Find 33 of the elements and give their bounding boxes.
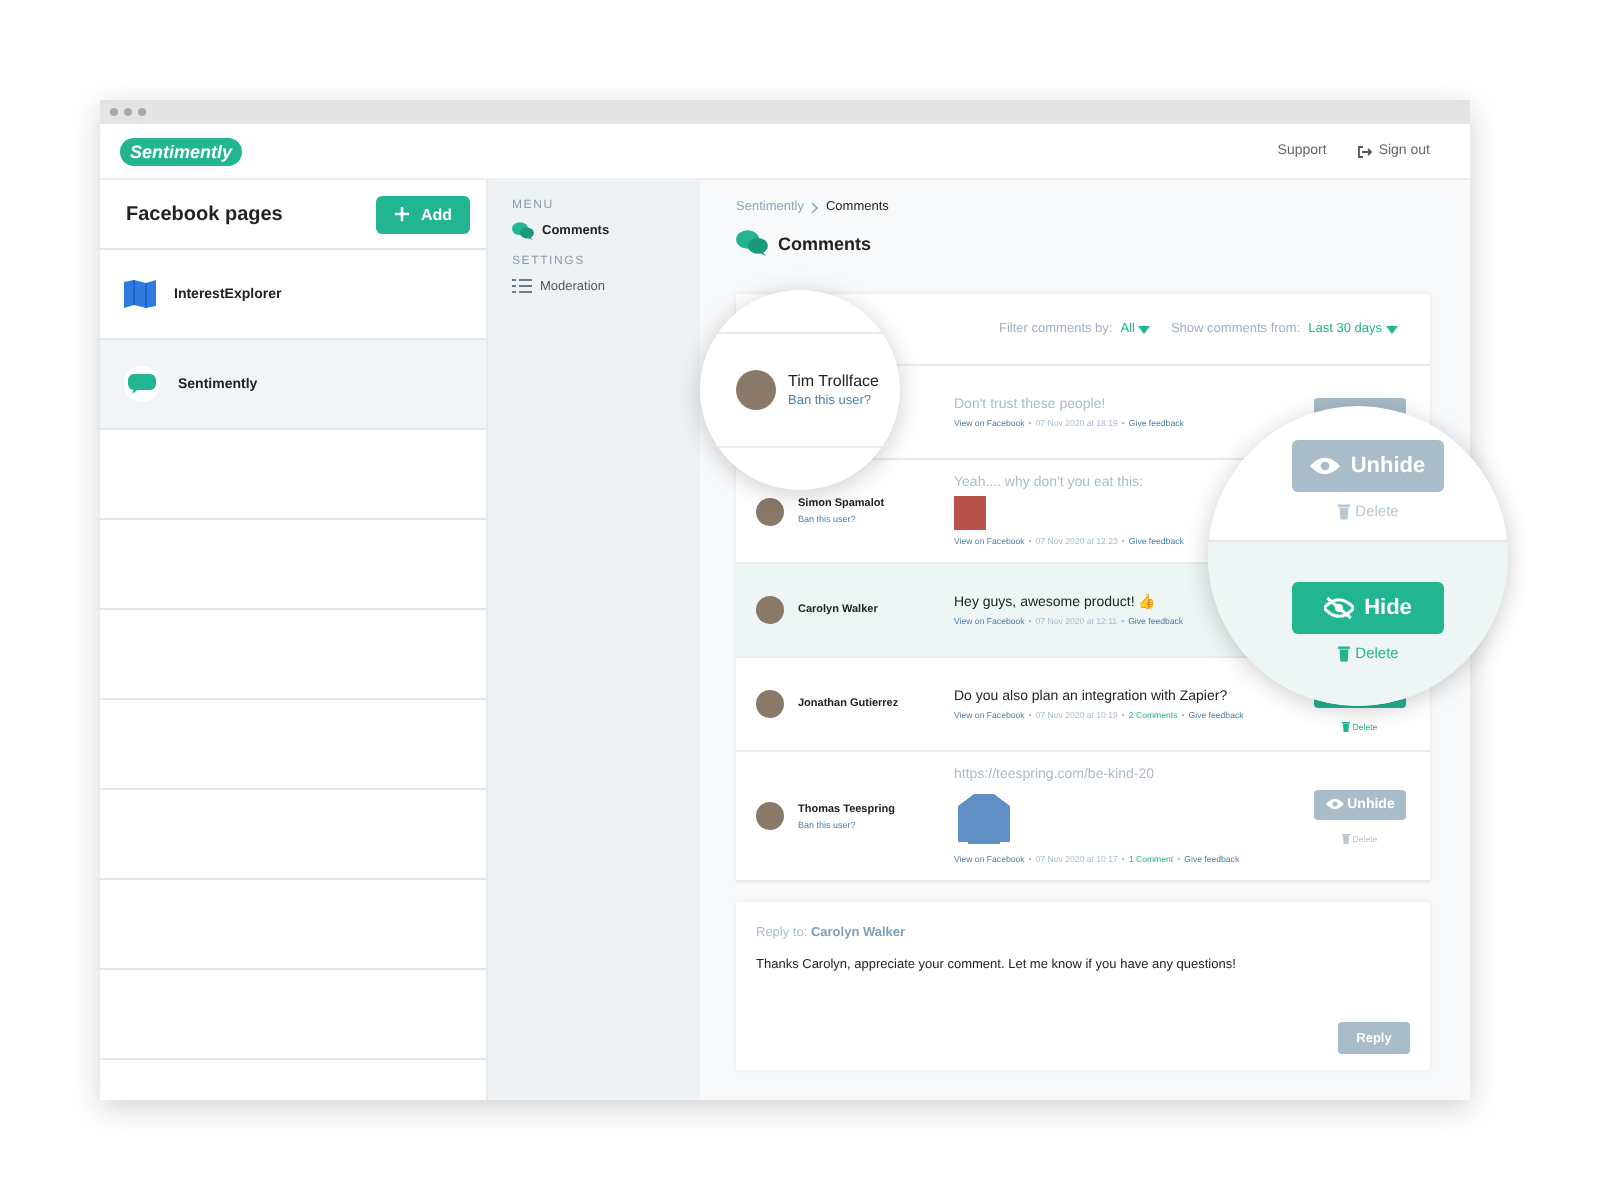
sweater-drawing [954,788,1014,848]
chat-bubble-icon [124,366,160,402]
caret-icon [1138,325,1151,333]
map-icon [124,280,156,308]
eye-slash-icon [1324,596,1355,620]
sign-out-icon [1358,145,1373,157]
avatar [756,690,784,718]
trash-icon [1337,645,1350,661]
eye-icon [1325,798,1344,810]
avatar [756,497,784,525]
window-dot [110,108,118,116]
trash-icon [1342,833,1351,843]
chevron-right-icon [809,201,820,213]
photo-placeholder [954,496,986,530]
add-button[interactable]: Add [376,195,470,233]
avatar [756,802,784,830]
plus-icon [394,206,411,222]
window-dot [138,108,146,116]
list-icon [512,278,532,294]
avatar [756,596,784,624]
window-dot [124,108,132,116]
user-name: Tim Trollface [788,372,879,390]
hide-button[interactable]: Hide [1292,582,1444,634]
trash-icon [1337,503,1350,519]
comments-icon [512,222,534,240]
trash-icon [1342,721,1351,731]
panel-title: Facebook pages [126,203,283,225]
page-title: Comments [778,233,872,253]
comments-icon [736,230,768,256]
avatar [736,370,776,410]
caret-icon [1386,325,1398,333]
eye-icon [1310,456,1341,476]
logo[interactable]: Sentimently [120,137,243,165]
